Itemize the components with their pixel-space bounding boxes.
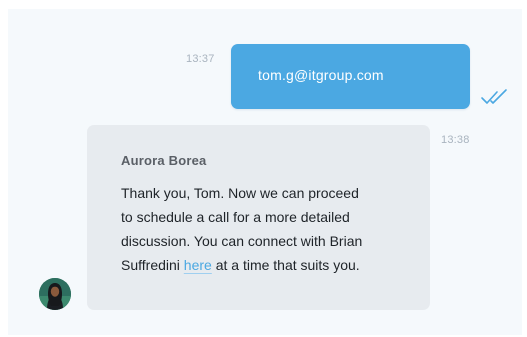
outgoing-timestamp: 13:37 bbox=[186, 53, 215, 65]
here-link[interactable]: here bbox=[184, 257, 212, 273]
outgoing-message-bubble[interactable]: tom.g@itgroup.com bbox=[231, 44, 470, 109]
message-line: discussion. You can connect with Brian bbox=[121, 233, 363, 249]
message-line-last: Suffredini here at a time that suits you… bbox=[121, 253, 411, 277]
incoming-message-bubble: Aurora Borea Thank you, Tom. Now we can … bbox=[87, 125, 430, 310]
outgoing-message-text: tom.g@itgroup.com bbox=[258, 67, 384, 83]
sender-name: Aurora Borea bbox=[121, 153, 207, 168]
message-line: Thank you, Tom. Now we can proceed bbox=[121, 185, 359, 201]
sender-avatar[interactable] bbox=[39, 278, 71, 310]
incoming-timestamp: 13:38 bbox=[441, 134, 470, 146]
user-avatar-icon bbox=[39, 278, 71, 310]
message-line: to schedule a call for a more detailed bbox=[121, 209, 350, 225]
incoming-message-text: Thank you, Tom. Now we can proceed to sc… bbox=[121, 181, 411, 277]
message-text-after-link: at a time that suits you. bbox=[211, 257, 360, 273]
message-text-before-link: Suffredini bbox=[121, 257, 184, 273]
double-check-icon bbox=[481, 89, 507, 104]
